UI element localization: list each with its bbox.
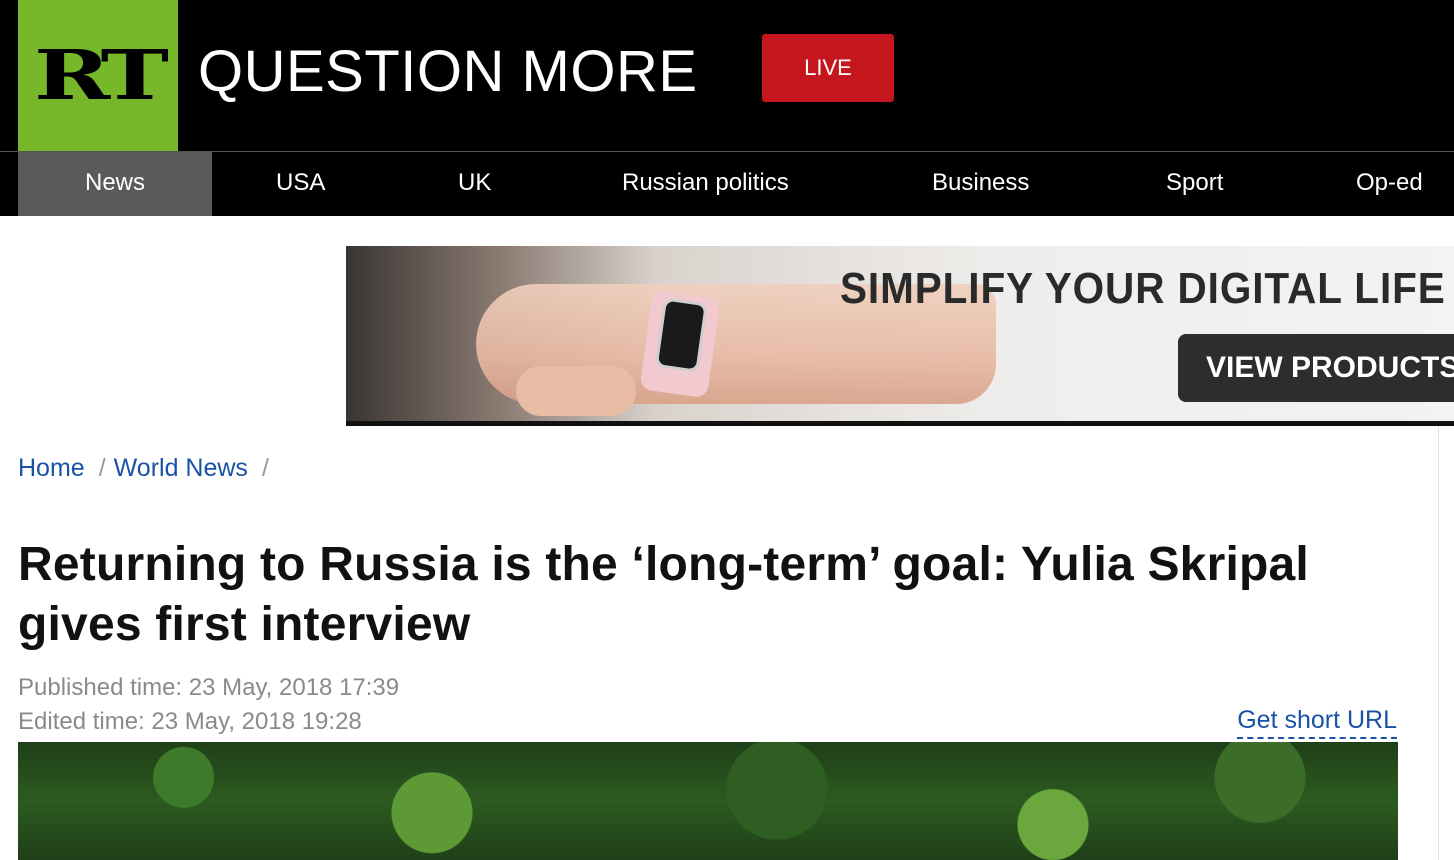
live-button[interactable]: LIVE xyxy=(762,34,894,102)
ad-headline: SIMPLIFY YOUR DIGITAL LIFE xyxy=(840,264,1446,313)
smartwatch-image xyxy=(639,289,721,399)
site-header: RT QUESTION MORE LIVE xyxy=(0,0,1454,151)
sidebar-divider xyxy=(1438,426,1439,860)
nav-item-russian-politics[interactable]: Russian politics xyxy=(622,152,789,216)
edited-time: Edited time: 23 May, 2018 19:28 xyxy=(18,708,362,735)
ad-hand-image xyxy=(516,366,636,416)
breadcrumb-separator: / xyxy=(98,454,106,482)
article-title: Returning to Russia is the ‘long-term’ g… xyxy=(18,538,1309,651)
rt-logo[interactable]: RT xyxy=(18,0,178,151)
nav-item-op-ed[interactable]: Op-ed xyxy=(1356,152,1423,216)
main-nav: News USA UK Russian politics Business Sp… xyxy=(0,151,1454,216)
logo-text: RT xyxy=(34,36,169,116)
get-short-url-link[interactable]: Get short URL xyxy=(1237,706,1397,739)
ad-banner[interactable]: SIMPLIFY YOUR DIGITAL LIFE VIEW PRODUCTS xyxy=(346,246,1454,426)
breadcrumb: Home / World News / xyxy=(18,454,277,483)
nav-item-uk[interactable]: UK xyxy=(458,152,491,216)
smartwatch-screen xyxy=(654,297,708,373)
breadcrumb-home[interactable]: Home xyxy=(18,454,85,482)
nav-item-sport[interactable]: Sport xyxy=(1166,152,1223,216)
site-tagline: QUESTION MORE xyxy=(198,39,698,104)
nav-item-business[interactable]: Business xyxy=(932,152,1029,216)
published-time: Published time: 23 May, 2018 17:39 xyxy=(18,674,400,701)
nav-item-news[interactable]: News xyxy=(18,152,212,216)
breadcrumb-world-news[interactable]: World News xyxy=(114,454,248,482)
breadcrumb-separator: / xyxy=(261,454,269,482)
article-image[interactable] xyxy=(18,742,1398,860)
nav-item-usa[interactable]: USA xyxy=(276,152,325,216)
view-products-button[interactable]: VIEW PRODUCTS xyxy=(1178,334,1454,402)
